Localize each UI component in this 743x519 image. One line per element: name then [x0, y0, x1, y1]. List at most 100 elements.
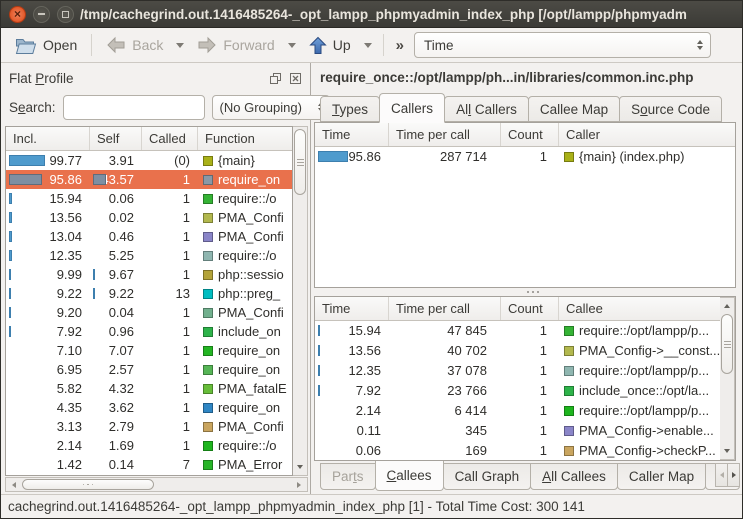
column-header-count[interactable]: Count	[501, 123, 559, 146]
function-type-icon	[203, 460, 213, 470]
close-window-button[interactable]: ×	[9, 6, 26, 23]
flat-profile-row[interactable]: 15.940.061require::/o	[6, 189, 292, 208]
function-type-icon	[203, 175, 213, 185]
tab-source-code[interactable]: Source Code	[619, 96, 722, 122]
event-type-combobox[interactable]: Time	[414, 32, 711, 58]
callees-vertical-scrollbar[interactable]	[720, 297, 735, 460]
tab-all-callees[interactable]: All Callees	[530, 463, 618, 490]
flat-profile-row[interactable]: 4.353.621require_on	[6, 398, 292, 417]
callee-row[interactable]: 15.9447 8451require::/opt/lampp/p...	[315, 321, 720, 341]
column-header-caller[interactable]: Caller	[559, 123, 735, 146]
self-value: 9.67	[109, 267, 134, 282]
callee-row[interactable]: 2.146 4141require::/opt/lampp/p...	[315, 401, 720, 421]
flat-profile-row[interactable]: 12.355.251require::/o	[6, 246, 292, 265]
time-value: 12.35	[348, 363, 381, 378]
tab-callees[interactable]: Callees	[375, 461, 444, 491]
up-dropdown-caret-icon[interactable]	[364, 43, 372, 48]
arrow-right-icon	[297, 482, 301, 488]
flat-profile-row[interactable]: 13.040.461PMA_Confi	[6, 227, 292, 246]
up-button[interactable]: Up	[303, 33, 357, 58]
scroll-up-button[interactable]	[721, 299, 733, 313]
column-header-time-per-call[interactable]: Time per call	[389, 297, 501, 320]
tab-callers[interactable]: Callers	[379, 93, 445, 123]
column-header-time-per-call[interactable]: Time per call	[389, 123, 501, 146]
scroll-left-button[interactable]	[7, 479, 21, 490]
scrollbar-thumb[interactable]	[294, 129, 306, 195]
callees-table-header: Time Time per call Count Callee	[315, 297, 720, 321]
detail-tabs-top: TypesCallersAll CallersCallee Map Source …	[311, 89, 742, 122]
time-value: 95.86	[348, 149, 381, 164]
tab-types[interactable]: Types	[320, 96, 380, 122]
toolbar-overflow-chevron[interactable]: »	[396, 37, 404, 54]
tab-scroll-right-button[interactable]	[727, 463, 740, 487]
column-header-time[interactable]: Time	[315, 123, 389, 146]
scroll-right-button[interactable]	[292, 479, 306, 490]
tab-parts[interactable]: Parts	[320, 463, 376, 490]
callee-row[interactable]: 0.113451PMA_Config->enable...	[315, 421, 720, 441]
flat-profile-vertical-scrollbar[interactable]	[293, 126, 308, 476]
flat-profile-row[interactable]: 1.400.102PMA_Co	[6, 474, 292, 475]
self-cell: 5.25	[90, 246, 142, 265]
cost-bar	[9, 212, 12, 223]
flat-profile-row[interactable]: 9.229.2213php::preg_	[6, 284, 292, 303]
incl-cell: 15.94	[6, 189, 90, 208]
open-button[interactable]: Open	[9, 33, 83, 58]
callee-row[interactable]: 13.5640 7021PMA_Config->__const...	[315, 341, 720, 361]
function-name: {main} (index.php)	[579, 147, 685, 167]
incl-value: 7.92	[57, 324, 82, 339]
self-value: 43.57	[101, 172, 134, 187]
flat-profile-row[interactable]: 7.107.071require_on	[6, 341, 292, 360]
callee-row[interactable]: 7.9223 7661include_once::/opt/la...	[315, 381, 720, 401]
called-cell: 1	[142, 379, 198, 398]
flat-profile-row[interactable]: 3.132.791PMA_Confi	[6, 417, 292, 436]
tab-callee-map[interactable]: Callee Map	[528, 96, 620, 122]
back-dropdown-caret-icon[interactable]	[176, 43, 184, 48]
column-header-time[interactable]: Time	[315, 297, 389, 320]
search-row: Search: (No Grouping)	[1, 89, 310, 123]
tab-call-graph[interactable]: Call Graph	[443, 463, 532, 490]
function-cell: require::/o	[198, 436, 292, 455]
flat-profile-row[interactable]: 5.824.321PMA_fatalE	[6, 379, 292, 398]
flat-profile-row[interactable]: 95.8643.571require_on	[6, 170, 292, 189]
float-dock-button[interactable]	[268, 71, 282, 85]
maximize-window-button[interactable]	[57, 6, 74, 23]
forward-button[interactable]: Forward	[191, 33, 280, 57]
flat-profile-row[interactable]: 2.141.691require::/o	[6, 436, 292, 455]
column-header-called[interactable]: Called	[142, 127, 198, 150]
column-header-incl[interactable]: Incl.	[6, 127, 90, 150]
search-input[interactable]	[63, 95, 205, 120]
tab-all-callers[interactable]: All Callers	[444, 96, 529, 122]
column-header-self[interactable]: Self	[90, 127, 142, 150]
flat-profile-row[interactable]: 6.952.571require_on	[6, 360, 292, 379]
scroll-down-button[interactable]	[721, 444, 733, 458]
flat-profile-row[interactable]: 99.773.91(0){main}	[6, 151, 292, 170]
cost-bar	[9, 307, 11, 318]
tab-label: Source Code	[631, 102, 710, 117]
flat-profile-row[interactable]: 7.920.961include_on	[6, 322, 292, 341]
toolbar-separator	[383, 34, 384, 56]
callee-row[interactable]: 0.061691PMA_Config->checkP...	[315, 441, 720, 460]
time-cell: 15.94	[315, 321, 389, 341]
titlebar[interactable]: × /tmp/cachegrind.out.1416485264-_opt_la…	[1, 1, 742, 28]
scroll-down-button[interactable]	[294, 460, 306, 474]
flat-profile-row[interactable]: 1.420.147PMA_Error	[6, 455, 292, 474]
name-cell: require::/opt/lampp/p...	[559, 401, 720, 421]
close-dock-button[interactable]	[288, 71, 302, 85]
caller-row[interactable]: 95.86287 7141{main} (index.php)	[315, 147, 735, 167]
flat-profile-horizontal-scrollbar[interactable]	[5, 477, 308, 492]
flat-profile-row[interactable]: 9.999.671php::sessio	[6, 265, 292, 284]
forward-dropdown-caret-icon[interactable]	[288, 43, 296, 48]
splitter-handle[interactable]	[311, 288, 742, 296]
column-header-function[interactable]: Function	[198, 127, 292, 150]
column-header-callee[interactable]: Callee	[559, 297, 720, 320]
scrollbar-thumb[interactable]	[22, 479, 154, 490]
flat-profile-row[interactable]: 13.560.021PMA_Confi	[6, 208, 292, 227]
back-button[interactable]: Back	[100, 33, 169, 57]
scrollbar-thumb[interactable]	[721, 314, 733, 374]
tab-caller-map[interactable]: Caller Map	[617, 463, 706, 490]
callee-row[interactable]: 12.3537 0781require::/opt/lampp/p...	[315, 361, 720, 381]
column-header-count[interactable]: Count	[501, 297, 559, 320]
close-icon	[289, 72, 302, 85]
minimize-window-button[interactable]	[33, 6, 50, 23]
flat-profile-row[interactable]: 9.200.041PMA_Confi	[6, 303, 292, 322]
